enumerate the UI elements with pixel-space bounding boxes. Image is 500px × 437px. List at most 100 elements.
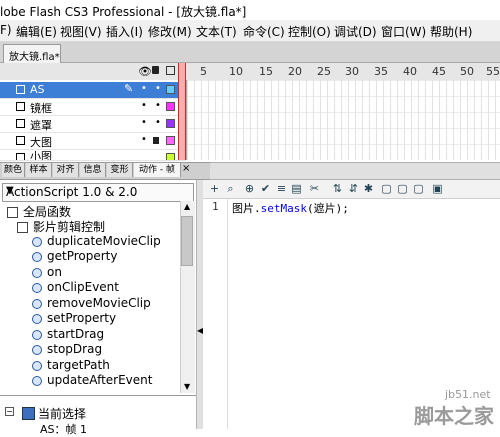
tree-item-function[interactable]: updateAfterEvent (32, 373, 152, 387)
menu-text[interactable]: 文本(T) (196, 23, 237, 40)
playhead[interactable] (178, 63, 186, 160)
layer-name: 遮罩 (30, 119, 52, 132)
layer-color-swatch[interactable] (166, 119, 175, 128)
frame-grid[interactable] (187, 80, 500, 160)
tab-swatches[interactable]: 样本 (26, 163, 52, 177)
layer-color-swatch[interactable] (166, 102, 175, 111)
auto-format-icon[interactable]: ≡ (275, 182, 288, 195)
scroll-up-icon[interactable]: ▲ (184, 202, 190, 211)
actions-tree: 全局函数 影片剪辑控制 duplicateMovieClip getProper… (2, 201, 179, 393)
tree-item-function[interactable]: on (32, 265, 62, 279)
tree-item-function[interactable]: startDrag (32, 327, 104, 341)
collapse-icon[interactable]: − (5, 407, 14, 416)
menu-edit[interactable]: 编辑(E) (16, 23, 57, 40)
chevron-down-icon: ▼ (6, 185, 14, 196)
show-hide-toolbox-icon[interactable]: ▣ (431, 182, 444, 195)
visibility-dot[interactable]: • (141, 100, 147, 111)
function-icon (32, 299, 42, 309)
menu-modify[interactable]: 修改(M) (148, 23, 192, 40)
menu-debug[interactable]: 调试(D) (334, 23, 377, 40)
ruler-label: 15 (259, 65, 273, 78)
collapse-selection-icon[interactable]: ⇵ (347, 182, 360, 195)
function-icon (32, 252, 42, 262)
tree-item-movieclip-control[interactable]: 影片剪辑控制 (17, 218, 105, 235)
tab-actions-frame[interactable]: 动作 - 帧 (134, 163, 181, 177)
ruler-label: 10 (229, 65, 243, 78)
layer-name: 大图 (30, 136, 52, 149)
visibility-dot[interactable]: • (141, 134, 147, 145)
target-path-icon[interactable]: ⊕ (243, 182, 256, 195)
menu-control[interactable]: 控制(O) (288, 23, 331, 40)
tree-item-function[interactable]: targetPath (32, 358, 110, 372)
lock-icon[interactable] (152, 66, 159, 74)
function-label: updateAfterEvent (47, 373, 153, 387)
layer-icon (16, 102, 25, 111)
eye-icon[interactable]: 👁 (138, 65, 152, 78)
tab-color[interactable]: 颜色 (2, 163, 25, 177)
collapse-between-braces-icon[interactable]: ⇅ (331, 182, 344, 195)
tab-info[interactable]: 信息 (80, 163, 106, 177)
code-line[interactable]: 图片.setMask(遮片); (232, 200, 349, 216)
layer-row-as[interactable]: AS ✎ • • (0, 82, 186, 99)
tree-item-function[interactable]: onClipEvent (32, 280, 119, 294)
tree-item-function[interactable]: getProperty (32, 249, 117, 263)
panel-strip-right (210, 162, 500, 180)
apply-line-comment-icon[interactable]: ▢ (396, 182, 409, 195)
tree-item-function[interactable]: stopDrag (32, 342, 102, 356)
masked-layer-icon (16, 136, 25, 145)
function-icon (32, 376, 42, 386)
ruler-label: 30 (345, 65, 359, 78)
layer-color-swatch[interactable] (166, 85, 175, 94)
debug-options-icon[interactable]: ✂ (308, 182, 321, 195)
window-title: lobe Flash CS3 Professional - [放大镜.fla*] (0, 5, 247, 19)
ruler-label: 55 (486, 65, 500, 78)
layer-color-swatch[interactable] (166, 153, 175, 160)
ruler-label: 45 (432, 65, 446, 78)
close-panel-icon[interactable]: × (182, 163, 190, 174)
apply-block-comment-icon[interactable]: ▢ (380, 182, 393, 195)
layer-icon (16, 153, 25, 160)
menu-file[interactable]: F) (0, 23, 12, 37)
layer-row-mask[interactable]: 遮罩 • • (0, 116, 186, 133)
layer-row-small-image[interactable]: 小图 (0, 150, 186, 161)
remove-comment-icon[interactable]: ▢ (412, 182, 425, 195)
visibility-dot[interactable]: • (141, 83, 147, 94)
watermark-brand: 脚本之家 (414, 404, 494, 428)
lock-dot[interactable]: • (155, 117, 161, 128)
tree-item-function[interactable]: duplicateMovieClip (32, 234, 161, 248)
tab-align[interactable]: 对齐 (53, 163, 79, 177)
tree-item-function[interactable]: removeMovieClip (32, 296, 151, 310)
function-icon (32, 345, 42, 355)
menu-insert[interactable]: 插入(I) (106, 23, 143, 40)
menu-commands[interactable]: 命令(C) (243, 23, 285, 40)
visibility-dot[interactable]: • (141, 117, 147, 128)
check-syntax-icon[interactable]: ✔ (259, 182, 272, 195)
tab-transform[interactable]: 变形 (107, 163, 133, 177)
layer-color-swatch[interactable] (166, 136, 175, 145)
layer-row-big-image[interactable]: 大图 • (0, 133, 186, 150)
document-tab[interactable]: 放大镜.fla* (3, 44, 61, 63)
expand-all-icon[interactable]: ✱ (362, 182, 375, 195)
current-selection-label[interactable]: 当前选择 (38, 405, 86, 422)
menu-window[interactable]: 窗口(W) (381, 23, 426, 40)
scroll-down-icon[interactable]: ▼ (184, 382, 190, 391)
function-label: targetPath (47, 358, 110, 372)
lock-dot[interactable]: • (155, 100, 161, 111)
add-item-icon[interactable]: + (208, 182, 221, 195)
menu-view[interactable]: 视图(V) (60, 23, 102, 40)
timeline-header: 👁 (0, 63, 500, 81)
line-number-gutter (203, 199, 228, 429)
current-selection-item[interactable]: AS：帧 1 (40, 421, 87, 437)
scrollbar-thumb[interactable] (181, 216, 193, 266)
outline-icon[interactable] (166, 66, 175, 75)
layer-row-frame[interactable]: 镜框 • • (0, 99, 186, 116)
tree-item-function[interactable]: setProperty (32, 311, 116, 325)
function-label: startDrag (47, 327, 105, 341)
lock-dot[interactable]: • (155, 83, 161, 94)
code-hint-icon[interactable]: ▤ (290, 182, 303, 195)
menu-help[interactable]: 帮助(H) (430, 23, 472, 40)
actionscript-version-select[interactable]: ActionScript 1.0 & 2.0 ▼ (2, 183, 194, 202)
mask-layer-icon (16, 119, 25, 128)
find-icon[interactable]: ⌕ (224, 182, 237, 195)
lock-icon[interactable] (153, 137, 159, 144)
